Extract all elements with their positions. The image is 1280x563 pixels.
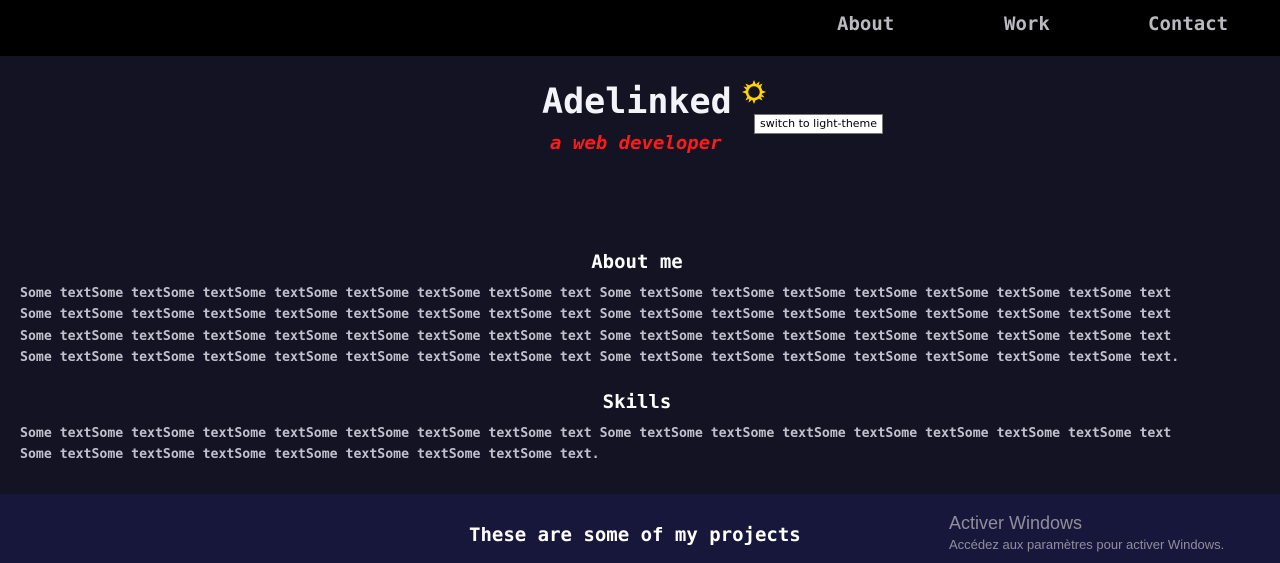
sun-icon	[742, 80, 766, 104]
about-line: Some textSome textSome textSome textSome…	[20, 349, 1180, 365]
windows-activation-watermark: Activer Windows Accédez aux paramètres p…	[949, 512, 1224, 556]
skills-line: Some textSome textSome textSome textSome…	[20, 426, 1172, 441]
projects-heading: These are some of my projects	[469, 524, 801, 546]
skills-line: Some textSome textSome textSome textSome…	[20, 447, 600, 463]
site-subtitle: a web developer	[550, 132, 722, 154]
site-title: Adelinked	[542, 82, 732, 122]
about-heading: About me	[591, 251, 683, 273]
navbar: About Work Contact	[0, 0, 1280, 56]
about-line: Some textSome textSome textSome textSome…	[20, 328, 1172, 344]
about-text: Some textSome textSome textSome textSome…	[20, 283, 1260, 368]
skills-text: Some textSome textSome textSome textSome…	[20, 423, 1260, 466]
nav-link-contact[interactable]: Contact	[1148, 13, 1228, 35]
skills-heading: Skills	[602, 391, 672, 413]
about-line: Some textSome textSome textSome textSome…	[20, 307, 1172, 323]
theme-toggle-tooltip: switch to light-theme	[754, 114, 884, 134]
about-line: Some textSome textSome textSome textSome…	[20, 286, 1172, 301]
nav-link-work[interactable]: Work	[1004, 13, 1050, 35]
watermark-subtitle: Accédez aux paramètres pour activer Wind…	[949, 537, 1225, 552]
theme-toggle-button[interactable]	[740, 78, 768, 106]
nav-link-about[interactable]: About	[837, 13, 894, 35]
watermark-title: Activer Windows	[949, 513, 1083, 533]
